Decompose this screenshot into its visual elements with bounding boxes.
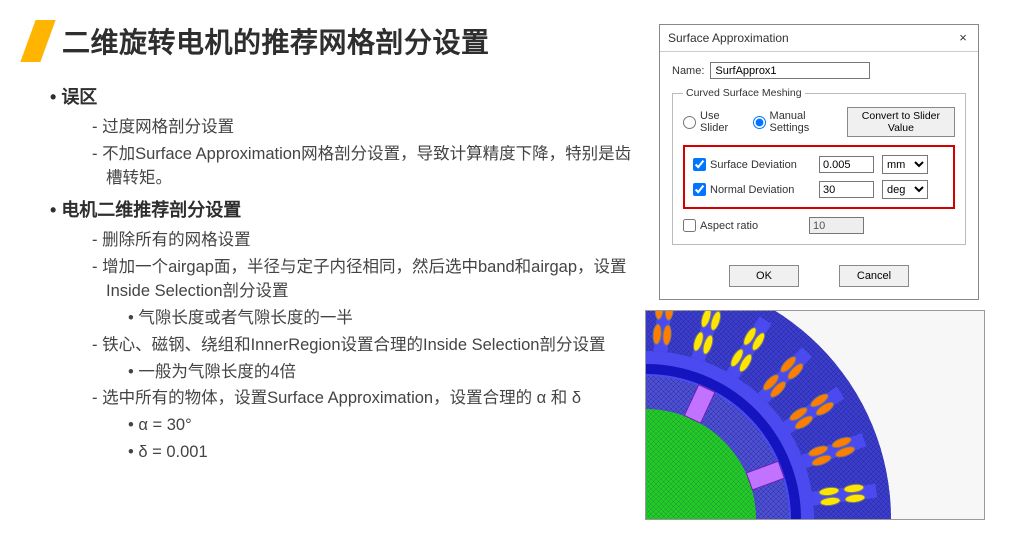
- surface-deviation-label: Surface Deviation: [710, 159, 797, 171]
- sub-bullet: 气隙长度或者气隙长度的一半: [128, 307, 640, 331]
- bullet: 增加一个airgap面，半径与定子内径相同，然后选中band和airgap，设置…: [92, 256, 640, 304]
- surface-deviation-row: Surface Deviation mm: [693, 155, 945, 174]
- slide-content: 二维旋转电机的推荐网格剖分设置 误区 过度网格剖分设置 不加Surface Ap…: [0, 0, 640, 468]
- fieldset-legend: Curved Surface Meshing: [683, 87, 805, 99]
- motor-mesh-svg: [645, 310, 985, 520]
- motor-mesh-figure: [645, 310, 985, 520]
- name-label: Name:: [672, 65, 704, 77]
- normal-deviation-checkbox[interactable]: Normal Deviation: [693, 183, 811, 196]
- dialog-button-row: OK Cancel: [660, 255, 978, 299]
- ok-button[interactable]: OK: [729, 265, 799, 287]
- bullet: 选中所有的物体，设置Surface Approximation，设置合理的 α …: [92, 387, 640, 411]
- manual-settings-label: Manual Settings: [770, 110, 837, 134]
- dialog-titlebar: Surface Approximation ×: [660, 25, 978, 52]
- surface-deviation-input[interactable]: [819, 156, 874, 173]
- normal-deviation-checkbox-input[interactable]: [693, 183, 706, 196]
- normal-deviation-input[interactable]: [819, 181, 874, 198]
- aspect-ratio-checkbox[interactable]: Aspect ratio: [683, 219, 801, 232]
- surface-deviation-checkbox[interactable]: Surface Deviation: [693, 158, 811, 171]
- cancel-button[interactable]: Cancel: [839, 265, 909, 287]
- section-heading-0: 误区: [68, 84, 640, 110]
- use-slider-radio[interactable]: Use Slider: [683, 110, 743, 134]
- name-input[interactable]: [710, 62, 870, 79]
- mode-row: Use Slider Manual Settings Convert to Sl…: [683, 107, 955, 137]
- section-heading-1: 电机二维推荐剖分设置: [68, 197, 640, 223]
- bullet: 删除所有的网格设置: [92, 229, 640, 253]
- curved-surface-meshing-group: Curved Surface Meshing Use Slider Manual…: [672, 87, 966, 245]
- convert-to-slider-button[interactable]: Convert to Slider Value: [847, 107, 955, 137]
- dialog-body: Name: Curved Surface Meshing Use Slider …: [660, 52, 978, 255]
- sub-bullet: 一般为气隙长度的4倍: [128, 361, 640, 385]
- close-icon[interactable]: ×: [954, 29, 972, 47]
- highlighted-settings-box: Surface Deviation mm Normal Deviation de…: [683, 145, 955, 209]
- accent-bar: [20, 20, 55, 62]
- surface-deviation-unit-select[interactable]: mm: [882, 155, 928, 174]
- sub-bullet: α = 30°: [128, 414, 640, 438]
- surface-deviation-checkbox-input[interactable]: [693, 158, 706, 171]
- name-row: Name:: [672, 62, 966, 79]
- slide-body: 误区 过度网格剖分设置 不加Surface Approximation网格剖分设…: [28, 84, 640, 465]
- aspect-ratio-input[interactable]: [809, 217, 864, 234]
- aspect-ratio-checkbox-input[interactable]: [683, 219, 696, 232]
- sub-bullet: δ = 0.001: [128, 441, 640, 465]
- normal-deviation-row: Normal Deviation deg: [693, 180, 945, 199]
- slide-title: 二维旋转电机的推荐网格剖分设置: [62, 21, 490, 61]
- bullet: 铁心、磁钢、绕组和InnerRegion设置合理的Inside Selectio…: [92, 334, 640, 358]
- surface-approximation-dialog: Surface Approximation × Name: Curved Sur…: [659, 24, 979, 300]
- title-row: 二维旋转电机的推荐网格剖分设置: [28, 20, 640, 62]
- bullet: 过度网格剖分设置: [92, 116, 640, 140]
- bullet: 不加Surface Approximation网格剖分设置，导致计算精度下降，特…: [92, 143, 640, 191]
- normal-deviation-unit-select[interactable]: deg: [882, 180, 928, 199]
- aspect-ratio-label: Aspect ratio: [700, 220, 758, 232]
- use-slider-label: Use Slider: [700, 110, 743, 134]
- manual-settings-radio-input[interactable]: [753, 116, 766, 129]
- manual-settings-radio[interactable]: Manual Settings: [753, 110, 837, 134]
- normal-deviation-label: Normal Deviation: [710, 184, 794, 196]
- dialog-title: Surface Approximation: [668, 31, 789, 45]
- aspect-ratio-row: Aspect ratio: [683, 217, 955, 234]
- use-slider-radio-input[interactable]: [683, 116, 696, 129]
